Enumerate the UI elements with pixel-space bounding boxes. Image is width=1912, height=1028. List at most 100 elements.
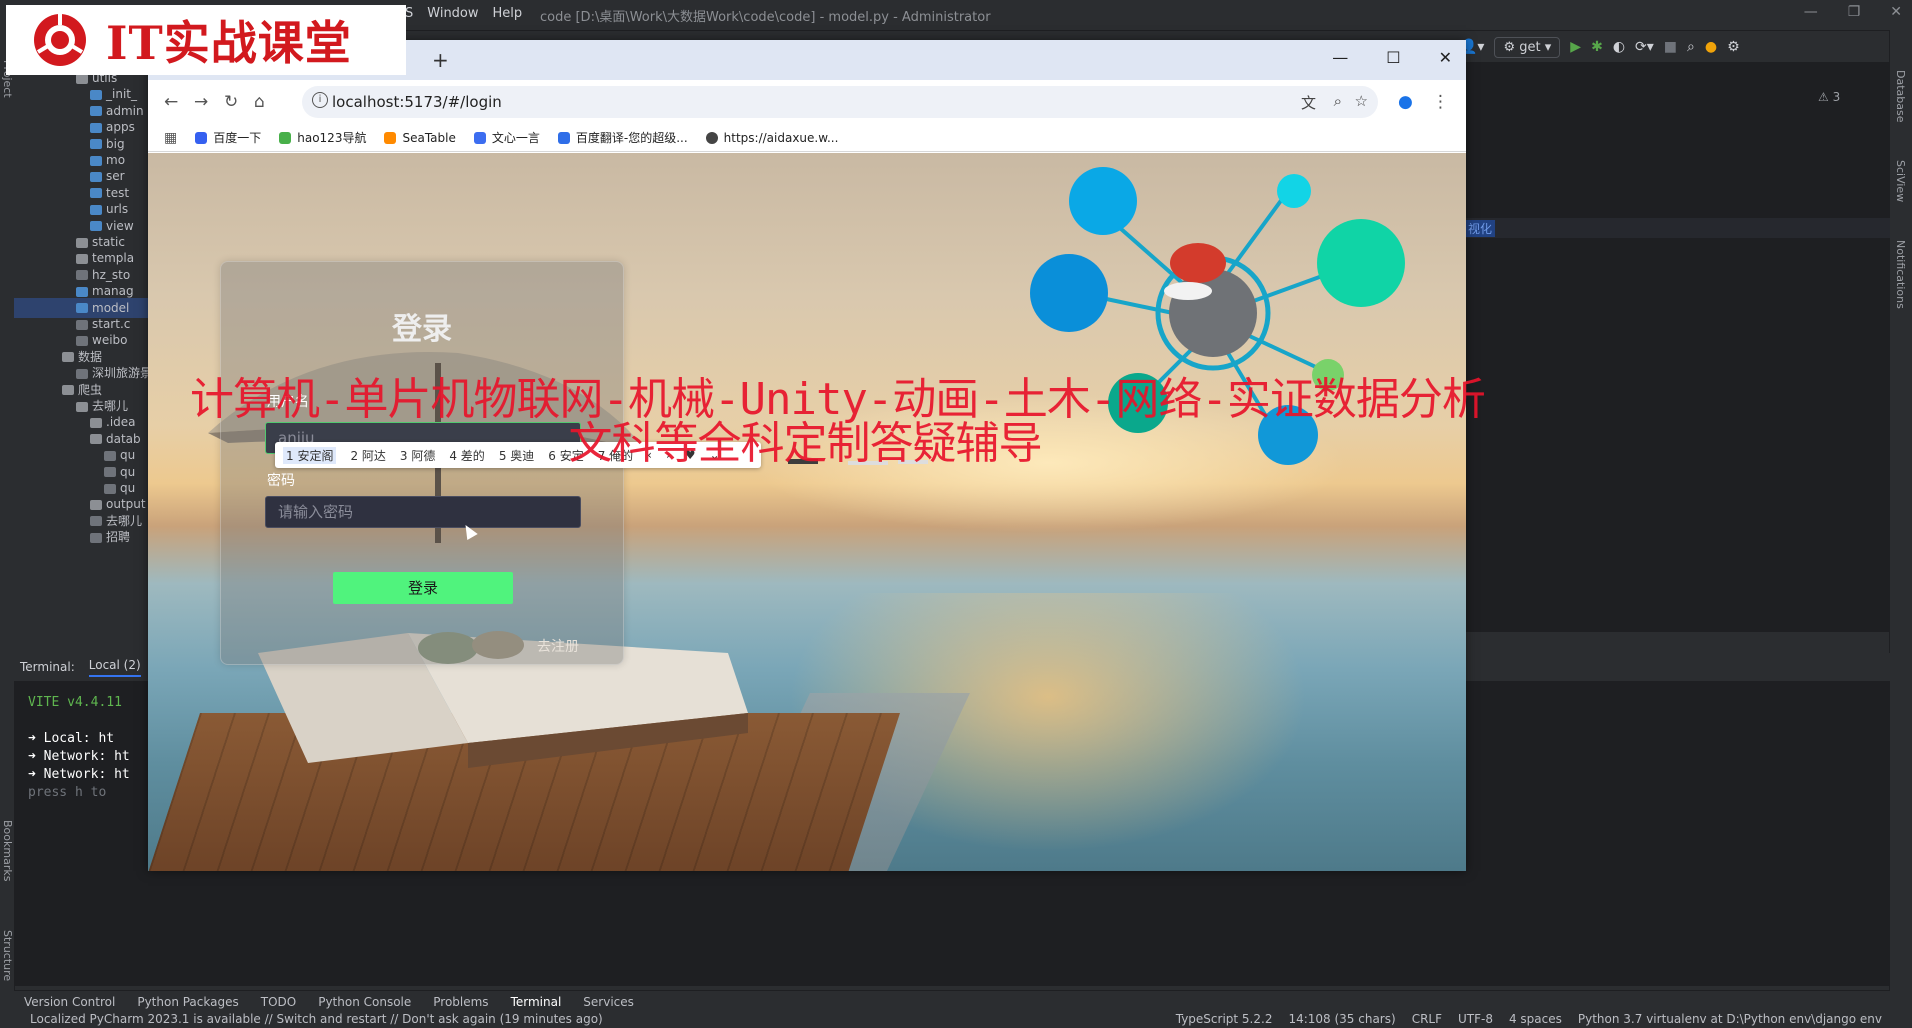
login-page: 登录 用户名 anjiu 1 安定阁 2 阿达 3 阿德 4 差的 5 奥迪 6… [148,153,1466,871]
project-tree-label: .idea [106,415,136,430]
debug-icon[interactable]: ✱ [1591,39,1603,55]
forward-icon[interactable]: → [194,92,208,112]
new-tab-icon[interactable]: + [432,48,449,72]
settings-icon[interactable]: ⚙ [1727,39,1740,55]
watermark-line-2: 文科等全科定制答疑辅导 [568,418,1043,469]
bookmark-hao123[interactable]: hao123导航 [279,129,366,146]
close-icon[interactable]: ✕ [1890,4,1902,20]
status-indent[interactable]: 4 spaces [1509,1012,1562,1026]
bookmark-label: 文心一言 [491,131,540,145]
stop-icon[interactable]: ■ [1664,39,1677,55]
bookmark-baidu-translate[interactable]: 百度翻译-您的超级... [557,129,688,146]
editor-current-line [1465,218,1890,238]
minimize-icon[interactable]: — [1804,4,1818,20]
notifications-tool-label[interactable]: Notifications [1894,240,1907,309]
terminal-tab-local[interactable]: Local (2) [88,658,141,677]
bookmark-aidaxue[interactable]: https://aidaxue.w... [705,130,839,145]
login-button[interactable]: 登录 [333,572,513,604]
database-tool-label[interactable]: Database [1894,70,1907,123]
tool-python-console[interactable]: Python Console [318,995,411,1009]
status-right-items: TypeScript 5.2.2 14:108 (35 chars) CRLF … [1176,1012,1882,1026]
folder-icon [76,73,88,84]
update-icon[interactable]: ● [1705,39,1717,55]
status-bar: Localized PyCharm 2023.1 is available //… [0,1012,1912,1028]
menu-item-window[interactable]: Window [427,6,478,21]
bookmark-baidu[interactable]: 百度一下 [195,129,261,146]
project-tree-label: urls [106,202,129,217]
bookmark-seatable[interactable]: SeaTable [384,131,456,145]
network-illustration [1030,167,1405,465]
menu-item-s[interactable]: S [405,6,413,21]
file-icon [76,335,88,346]
status-message[interactable]: Localized PyCharm 2023.1 is available //… [30,1012,603,1026]
warnings-count[interactable]: ⚠ 3 [1818,90,1840,104]
home-icon[interactable]: ⌂ [254,92,265,112]
tool-version-control[interactable]: Version Control [24,995,115,1009]
sciview-tool-label[interactable]: SciView [1894,160,1907,202]
zoom-icon[interactable]: ⌕ [1334,92,1342,110]
project-tree-item[interactable]: 招聘 [90,527,130,547]
project-tree-label: 深圳旅游景 [92,366,150,381]
bookmarks-bar: ▦ 百度一下 hao123导航 SeaTable 文心一言 百度翻译-您的超级.… [148,124,1466,152]
terminal-line: press h to [28,785,107,800]
tool-problems[interactable]: Problems [433,995,488,1009]
tool-services[interactable]: Services [583,995,634,1009]
search-icon[interactable]: ⌕ [1687,39,1695,55]
browser-maximize-icon[interactable]: ☐ [1386,48,1400,67]
globe-icon [705,131,718,144]
status-position[interactable]: 14:108 (35 chars) [1288,1012,1395,1026]
project-tree-label: 去哪儿 [106,513,143,528]
project-tree-label: datab [106,431,141,446]
terminal-line: VITE v4.4.11 [28,695,122,710]
brand-overlay: IT实战课堂 [6,5,406,75]
tool-python-packages[interactable]: Python Packages [137,995,238,1009]
project-tree-label: ser [106,169,125,184]
run-icon[interactable]: ▶ [1570,39,1581,55]
right-tool-strip: Database SciView Notifications [1889,30,1912,990]
file-icon [76,319,88,330]
translate-icon[interactable]: 文 [1301,92,1316,113]
project-tree-label: 招聘 [106,530,131,545]
file-icon [90,155,102,166]
tool-todo[interactable]: TODO [261,995,296,1009]
address-bar[interactable]: i localhost:5173/#/login 文 ⌕ ☆ [302,86,1378,118]
editor-area[interactable] [1465,62,1890,632]
brand-logo-icon [34,14,86,66]
browser-minimize-icon[interactable]: — [1332,48,1348,67]
status-encoding[interactable]: UTF-8 [1458,1012,1493,1026]
browser-close-icon[interactable]: ✕ [1439,48,1452,67]
profile-icon[interactable]: ● [1398,92,1413,112]
status-line-ending[interactable]: CRLF [1412,1012,1442,1026]
run-config-select[interactable]: ⚙ get ▾ [1494,36,1561,58]
menu-item-help[interactable]: Help [493,6,523,21]
register-link[interactable]: 去注册 [537,636,579,656]
bookmark-label: https://aidaxue.w... [723,130,839,145]
browser-menu-icon[interactable]: ⋮ [1432,92,1449,112]
paw-icon [195,131,208,144]
back-icon[interactable]: ← [164,92,178,112]
file-icon [90,171,102,182]
site-info-icon[interactable]: i [312,92,328,108]
bookmarks-tool-label[interactable]: Bookmarks [1,820,14,881]
browser-window-controls: — ☐ ✕ [1332,48,1452,67]
status-typescript[interactable]: TypeScript 5.2.2 [1176,1012,1273,1026]
project-tree-label: apps [106,120,135,135]
file-icon [104,450,116,461]
password-input[interactable]: 请输入密码 [265,496,581,528]
coverage-icon[interactable]: ◐ [1613,39,1625,55]
tool-terminal[interactable]: Terminal [511,995,562,1009]
file-icon [90,89,102,100]
url-text[interactable]: localhost:5173/#/login [332,93,502,111]
status-interpreter[interactable]: Python 3.7 virtualenv at D:\Python env\d… [1578,1012,1882,1026]
bookmark-star-icon[interactable]: ☆ [1355,92,1368,110]
bookmark-wenxin[interactable]: 文心一言 [473,129,540,146]
apps-grid-icon[interactable]: ▦ [164,130,177,146]
structure-tool-label[interactable]: Structure [1,930,14,981]
restore-icon[interactable]: ❐ [1848,4,1861,20]
reload-icon[interactable]: ↻ [224,92,238,112]
translate-icon [557,131,570,144]
profile-icon[interactable]: ⟳▾ [1635,39,1654,55]
project-tree-label: manag [92,284,134,299]
left-tool-strip: Project Bookmarks Structure [0,30,15,990]
folder-icon [76,237,88,248]
